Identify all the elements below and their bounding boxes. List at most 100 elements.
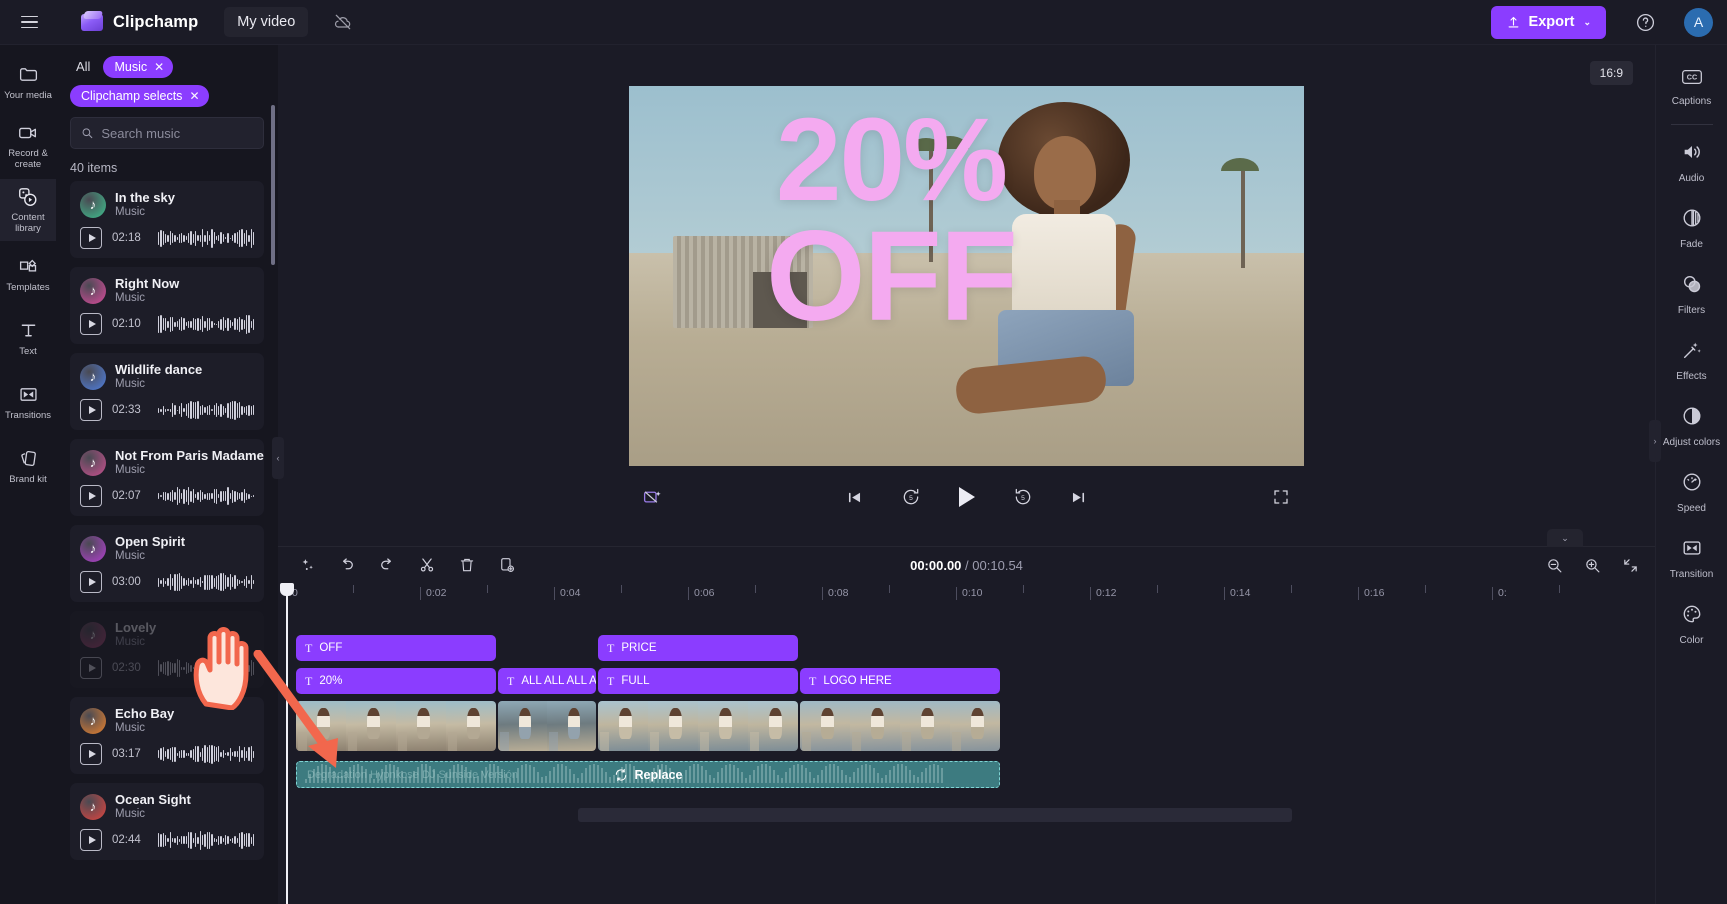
music-track-card[interactable]: ♪ In the sky Music 02:18 xyxy=(70,181,264,258)
text-clip[interactable]: T FULL xyxy=(598,668,798,694)
cloud-off-icon[interactable] xyxy=(330,9,356,35)
duplicate-icon[interactable] xyxy=(496,554,518,576)
zoom-in-icon[interactable] xyxy=(1581,554,1603,576)
avatar[interactable]: A xyxy=(1684,7,1713,37)
project-name-field[interactable]: My video xyxy=(224,7,309,37)
auto-compose-icon[interactable] xyxy=(637,482,667,512)
search-box[interactable] xyxy=(70,117,264,149)
music-track-card[interactable]: ♪ Not From Paris Madame Music 02:07 xyxy=(70,439,264,516)
music-track-card[interactable]: ♪ Wildlife dance Music 02:33 xyxy=(70,353,264,430)
extra-track[interactable] xyxy=(578,808,1292,822)
right-panel-collapse-button[interactable]: › xyxy=(1649,420,1661,462)
text-clip[interactable]: T 20% xyxy=(296,668,496,694)
audio-drop-zone[interactable]: Degradation Hypnkose DJ Sunside Versión R… xyxy=(296,761,1000,788)
panel-collapse-button[interactable]: ‹ xyxy=(272,437,284,479)
close-icon[interactable]: ✕ xyxy=(154,60,164,74)
export-button[interactable]: Export ⌄ xyxy=(1490,5,1606,39)
app-body: Your media Record & create Content libra… xyxy=(0,45,1727,904)
text-clip[interactable]: T LOGO HERE xyxy=(800,668,1000,694)
timeline-tool-icons xyxy=(296,554,518,576)
filter-chip-music[interactable]: Music ✕ xyxy=(103,55,174,78)
text-clip[interactable]: T PRICE xyxy=(598,635,798,661)
divider xyxy=(1670,124,1713,125)
ruler-tick xyxy=(889,585,890,593)
track-subtitle: Music xyxy=(115,206,146,218)
forward-5-icon[interactable]: 5 xyxy=(1008,482,1038,512)
timeline-zoom-controls xyxy=(1543,554,1641,576)
timeline-ruler[interactable]: 0 0:02 0:04 0:06 0:08 0:10 0:12 0:14 0:16 0: xyxy=(286,583,1655,605)
transport-controls: 5 5 xyxy=(629,466,1304,528)
sidebar-item-record-create[interactable]: Record & create xyxy=(0,115,56,177)
sidebar-item-text[interactable]: Text xyxy=(0,307,56,369)
panel-scrollbar[interactable] xyxy=(271,105,275,265)
ruler-label: 0:16 xyxy=(1358,587,1384,600)
filter-all[interactable]: All xyxy=(70,55,96,78)
brand: Clipchamp xyxy=(80,11,198,33)
track-play-button[interactable] xyxy=(80,829,102,851)
tool-effects[interactable]: Effects xyxy=(1656,328,1727,394)
search-icon xyxy=(82,128,93,139)
music-track-card[interactable]: ♪ Lovely Music 02:30 xyxy=(70,611,264,688)
skip-next-icon[interactable] xyxy=(1064,482,1094,512)
video-clip[interactable] xyxy=(800,701,1000,751)
fullscreen-icon[interactable] xyxy=(1266,482,1296,512)
playhead[interactable] xyxy=(280,583,294,904)
fit-timeline-icon[interactable] xyxy=(1619,554,1641,576)
tool-color[interactable]: Color xyxy=(1656,592,1727,658)
video-clip[interactable] xyxy=(498,701,596,751)
track-duration: 02:10 xyxy=(112,318,141,330)
undo-icon[interactable] xyxy=(336,554,358,576)
video-preview[interactable]: 20% OFF xyxy=(629,86,1304,466)
track-play-button[interactable] xyxy=(80,313,102,335)
timeline-body[interactable]: 0 0:02 0:04 0:06 0:08 0:10 0:12 0:14 0:16 0: T OFF… xyxy=(278,583,1655,904)
ruler-label: 0:10 xyxy=(956,587,982,600)
music-note-icon: ♪ xyxy=(80,535,106,562)
aspect-ratio-button[interactable]: 16:9 xyxy=(1589,61,1633,85)
filter-chip-clipchamp-selects[interactable]: Clipchamp selects ✕ xyxy=(70,85,209,107)
track-play-button[interactable] xyxy=(80,399,102,421)
svg-text:5: 5 xyxy=(909,495,913,502)
delete-icon[interactable] xyxy=(456,554,478,576)
tool-fade[interactable]: Fade xyxy=(1656,196,1727,262)
rewind-5-icon[interactable]: 5 xyxy=(896,482,926,512)
play-button[interactable] xyxy=(952,482,982,512)
track-play-button[interactable] xyxy=(80,485,102,507)
music-track-card[interactable]: ♪ Open Spirit Music 03:00 xyxy=(70,525,264,602)
sidebar-item-transitions[interactable]: Transitions xyxy=(0,371,56,433)
timeline-collapse-button[interactable]: ⌄ xyxy=(1547,529,1583,547)
tool-speed[interactable]: Speed xyxy=(1656,460,1727,526)
track-play-button[interactable] xyxy=(80,657,102,679)
music-track-card[interactable]: ♪ Echo Bay Music 03:17 xyxy=(70,697,264,774)
replace-button[interactable]: Replace xyxy=(614,768,682,782)
track-play-button[interactable] xyxy=(80,743,102,765)
redo-icon[interactable] xyxy=(376,554,398,576)
hamburger-icon[interactable] xyxy=(14,7,44,37)
close-icon[interactable]: ✕ xyxy=(189,89,199,103)
tool-label: Filters xyxy=(1677,305,1706,317)
track-play-button[interactable] xyxy=(80,571,102,593)
text-clip[interactable]: T OFF xyxy=(296,635,496,661)
music-track-list[interactable]: ♪ In the sky Music 02:18 ♪ Right Now Music 02:1… xyxy=(56,181,278,904)
tool-filters[interactable]: Filters xyxy=(1656,262,1727,328)
music-track-card[interactable]: ♪ Right Now Music 02:10 xyxy=(70,267,264,344)
sidebar-item-templates[interactable]: Templates xyxy=(0,243,56,305)
sidebar-item-brand-kit[interactable]: Brand kit xyxy=(0,435,56,497)
tool-captions[interactable]: CC Captions xyxy=(1656,55,1727,121)
magic-icon[interactable] xyxy=(296,554,318,576)
split-icon[interactable] xyxy=(416,554,438,576)
track-play-button[interactable] xyxy=(80,227,102,249)
sidebar-label: Your media xyxy=(4,89,52,101)
text-clip[interactable]: T ALL ALL ALL A xyxy=(498,668,596,694)
tool-transition[interactable]: Transition xyxy=(1656,526,1727,592)
tool-audio[interactable]: Audio xyxy=(1656,130,1727,196)
video-clip[interactable] xyxy=(598,701,798,751)
zoom-out-icon[interactable] xyxy=(1543,554,1565,576)
tool-adjust-colors[interactable]: Adjust colors xyxy=(1656,394,1727,460)
video-clip[interactable] xyxy=(296,701,496,751)
search-input[interactable] xyxy=(101,125,253,141)
skip-previous-icon[interactable] xyxy=(840,482,870,512)
sidebar-item-content-library[interactable]: Content library xyxy=(0,179,56,241)
sidebar-item-your-media[interactable]: Your media xyxy=(0,51,56,113)
music-track-card[interactable]: ♪ Ocean Sight Music 02:44 xyxy=(70,783,264,860)
help-circle-icon[interactable] xyxy=(1630,7,1660,37)
